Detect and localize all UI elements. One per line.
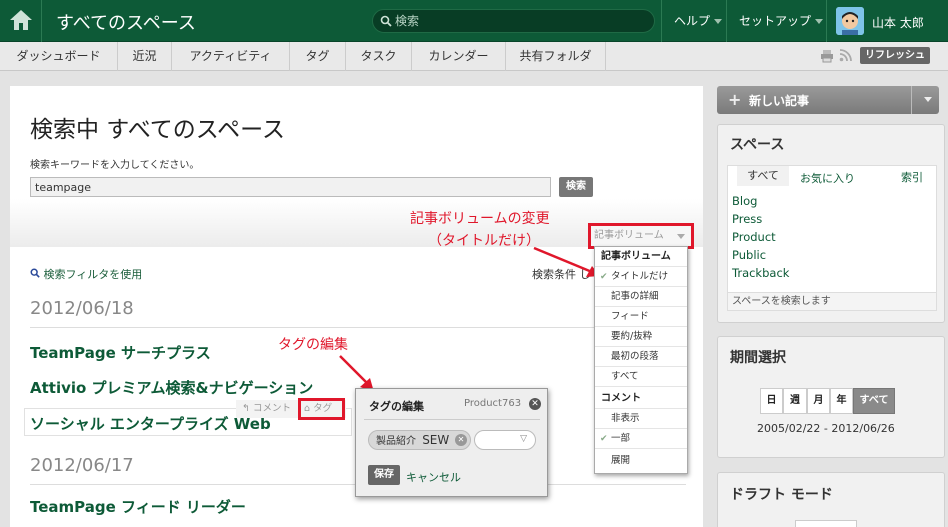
chevron-down-icon: [714, 19, 723, 24]
menu-item-all[interactable]: すべて: [595, 367, 687, 387]
remove-tag-icon[interactable]: ✕: [455, 434, 467, 446]
search-prompt: 検索キーワードを入力してください。: [30, 160, 200, 171]
index-link[interactable]: 索引: [901, 169, 923, 185]
result-title[interactable]: Attivio プレミアム検索&ナビゲーション: [30, 377, 313, 398]
tab-all-spaces[interactable]: すべて: [737, 166, 789, 186]
space-title[interactable]: すべてのスペース: [56, 9, 196, 35]
popup-context: Product763: [464, 398, 522, 409]
space-search-input[interactable]: スペースを検索します: [728, 292, 936, 310]
search-input[interactable]: [395, 12, 645, 30]
tab-tasks[interactable]: タスク: [346, 42, 412, 71]
space-link[interactable]: Product: [732, 230, 776, 244]
plus-icon: +: [728, 90, 742, 109]
tag-input[interactable]: ▽: [474, 430, 536, 450]
tab-dashboard[interactable]: ダッシュボード: [0, 42, 118, 71]
new-post-button[interactable]: + 新しい記事: [717, 86, 939, 114]
period-day-button[interactable]: 日: [760, 388, 783, 414]
menu-item-first-paragraph[interactable]: 最初の段落: [595, 347, 687, 367]
rss-icon[interactable]: [839, 49, 852, 62]
annotation-volume-change: 記事ボリュームの変更: [410, 211, 550, 227]
result-title[interactable]: ソーシャル エンタープライズ Web: [30, 413, 271, 434]
tab-tags[interactable]: タグ: [290, 42, 346, 71]
divider: [30, 327, 686, 328]
menu-header-volume: 記事ボリューム: [595, 247, 687, 267]
period-all-button[interactable]: すべて: [853, 388, 895, 414]
check-icon: ✔: [600, 272, 608, 282]
divider: [364, 419, 540, 420]
result-title[interactable]: TeamPage サーチプラス: [30, 342, 211, 363]
chevron-down-icon: ▽: [520, 434, 527, 444]
tab-shared-folder[interactable]: 共有フォルダ: [506, 42, 606, 71]
keyword-input[interactable]: [30, 177, 551, 197]
period-year-button[interactable]: 年: [830, 388, 853, 414]
search-icon: [30, 268, 40, 278]
comment-action[interactable]: ↰ コメント: [242, 403, 291, 414]
menu-item-feed[interactable]: フィード: [595, 307, 687, 327]
draft-toggle[interactable]: [795, 520, 857, 527]
chevron-down-icon: [815, 19, 824, 24]
close-icon[interactable]: ✕: [529, 398, 541, 410]
space-link[interactable]: Press: [732, 212, 762, 226]
menu-item-title-only[interactable]: ✔ タイトルだけ: [595, 267, 687, 287]
date-heading: 2012/06/18: [30, 298, 134, 319]
date-heading: 2012/06/17: [30, 455, 134, 476]
space-link[interactable]: Trackback: [732, 266, 789, 280]
home-button[interactable]: [0, 0, 42, 42]
period-range: 2005/02/22 - 2012/06/26: [757, 422, 895, 435]
annotation-highlight-box: [298, 398, 345, 420]
save-button[interactable]: 保存: [368, 465, 400, 485]
search-button[interactable]: 検索: [559, 177, 593, 197]
tag-chip: 製品紹介 SEW ✕: [368, 430, 471, 450]
period-week-button[interactable]: 週: [783, 388, 807, 414]
menu-item-details[interactable]: 記事の詳細: [595, 287, 687, 307]
home-icon: [10, 10, 32, 30]
help-menu[interactable]: ヘルプ: [661, 0, 727, 42]
user-name: 山本 太郎: [872, 16, 924, 30]
annotation-volume-title-only: （タイトルだけ）: [428, 233, 540, 249]
search-icon: [380, 15, 392, 27]
chevron-down-icon[interactable]: [924, 97, 932, 102]
draft-title: ドラフト モード: [730, 487, 833, 503]
avatar[interactable]: [836, 7, 864, 35]
global-search[interactable]: [372, 9, 655, 33]
menu-item-expand[interactable]: 展開: [595, 451, 687, 471]
tab-activity[interactable]: アクティビティ: [172, 42, 290, 71]
search-filter-link[interactable]: 検索フィルタを使用: [30, 266, 142, 282]
tab-status[interactable]: 近況: [118, 42, 172, 71]
menu-item-summary[interactable]: 要約/抜粋: [595, 327, 687, 347]
setup-menu[interactable]: セットアップ: [726, 0, 826, 42]
tag-edit-popup: タグの編集 Product763 ✕ 製品紹介 SEW ✕ ▽ 保存 キャンセル: [355, 388, 548, 497]
tab-calendar[interactable]: カレンダー: [412, 42, 506, 71]
cancel-link[interactable]: キャンセル: [406, 469, 461, 485]
popup-title: タグの編集: [369, 400, 424, 413]
annotation-tag-edit: タグの編集: [278, 337, 348, 353]
period-month-button[interactable]: 月: [807, 388, 830, 414]
menu-item-partial[interactable]: ✔ 一部: [595, 429, 687, 449]
period-title: 期間選択: [730, 350, 786, 366]
space-link[interactable]: Public: [732, 248, 766, 262]
menu-item-hide[interactable]: 非表示: [595, 409, 687, 429]
menu-header-comment: コメント: [595, 389, 687, 409]
refresh-button[interactable]: リフレッシュ: [860, 47, 930, 64]
print-icon[interactable]: [820, 49, 834, 63]
space-link[interactable]: Blog: [732, 194, 757, 208]
user-avatar-icon: [836, 7, 864, 35]
tab-favorites[interactable]: お気に入り: [800, 170, 855, 186]
result-title[interactable]: TeamPage フィード リーダー: [30, 496, 246, 517]
spaces-title: スペース: [730, 137, 785, 153]
volume-menu: 記事ボリューム ✔ タイトルだけ 記事の詳細 フィード 要約/抜粋 最初の段落 す…: [594, 246, 688, 474]
check-icon: ✔: [600, 434, 608, 444]
page-title: 検索中 すべてのスペース: [30, 117, 286, 143]
